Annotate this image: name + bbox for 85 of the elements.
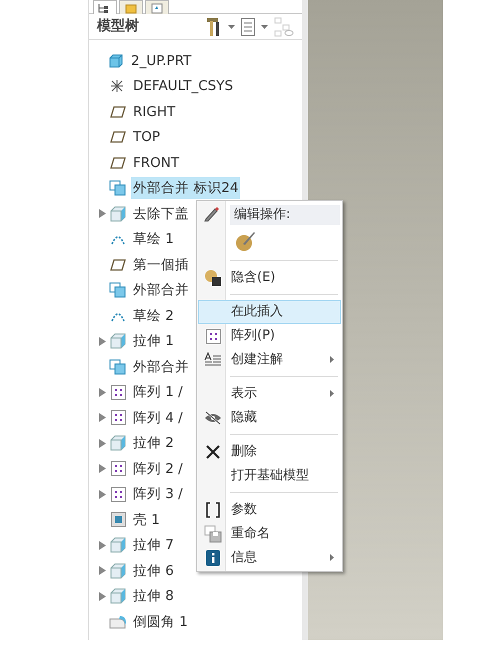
- filter-icon[interactable]: [274, 16, 294, 36]
- tree-item[interactable]: 阵列 3 /: [131, 483, 185, 506]
- cube-icon: [110, 588, 126, 604]
- pattern-icon: [110, 461, 126, 476]
- menu-item[interactable]: 打开基础模型: [198, 464, 341, 488]
- cube-icon: [110, 537, 126, 554]
- expand-arrow-icon[interactable]: [98, 464, 106, 474]
- merge-icon: [109, 358, 127, 375]
- part-icon: [109, 54, 123, 68]
- tree-item[interactable]: RIGHT: [131, 100, 178, 123]
- tree-item[interactable]: 拉伸 7: [131, 534, 176, 556]
- plane-icon: [110, 131, 126, 144]
- menu-item[interactable]: 阵列(P): [198, 324, 341, 348]
- plane-icon: [110, 106, 126, 118]
- round-icon: [109, 614, 127, 630]
- expand-arrow-icon[interactable]: [98, 336, 106, 346]
- tree-item[interactable]: TOP: [131, 126, 162, 148]
- tree-item[interactable]: 2_UP.PRT: [129, 50, 194, 72]
- tree-item[interactable]: 阵列 4 /: [131, 406, 185, 429]
- delete-icon: [206, 445, 220, 459]
- tree-item[interactable]: 阵列 2 /: [131, 458, 185, 480]
- panel-title: 模型树: [97, 17, 139, 36]
- tree-item[interactable]: 阵列 1 /: [131, 381, 185, 404]
- dropdown-arrow-icon[interactable]: [228, 24, 235, 28]
- expand-arrow-icon[interactable]: [98, 540, 106, 550]
- panel-tab[interactable]: [145, 0, 169, 14]
- merge-icon: [109, 180, 127, 196]
- tree-item[interactable]: FRONT: [131, 152, 182, 174]
- hide-icon: [204, 411, 222, 425]
- menu-item[interactable]: 隐藏: [198, 406, 341, 430]
- cube-icon: [110, 333, 126, 350]
- expand-arrow-icon[interactable]: [98, 566, 106, 576]
- suppress-icon: [204, 269, 222, 287]
- pattern-icon: [206, 328, 220, 344]
- expand-arrow-icon[interactable]: [98, 413, 106, 422]
- menu-heading: 编辑操作:: [230, 205, 340, 225]
- tree-item[interactable]: 倒圆角 1: [131, 610, 190, 633]
- cube-icon: [110, 206, 126, 222]
- cube-icon: [110, 562, 126, 579]
- tree-item[interactable]: 草绘 2: [131, 304, 176, 327]
- menu-item[interactable]: 隐含(E): [198, 266, 341, 290]
- plane-icon: [110, 156, 126, 169]
- document-icon: [149, 3, 165, 14]
- tree-item[interactable]: 去除下盖: [131, 202, 191, 225]
- plane-icon: [110, 258, 126, 271]
- tools-icon[interactable]: [206, 16, 222, 36]
- pattern-icon: [110, 384, 126, 400]
- panel-tab[interactable]: [93, 0, 117, 14]
- shell-icon: [110, 512, 126, 528]
- menu-item[interactable]: 创建注解: [198, 348, 341, 372]
- info-icon: [206, 550, 220, 566]
- menu-item[interactable]: 表示: [198, 382, 341, 406]
- expand-arrow-icon[interactable]: [98, 209, 106, 218]
- tree-item[interactable]: 拉伸 6: [131, 560, 176, 582]
- pattern-icon: [110, 410, 126, 426]
- expand-arrow-icon[interactable]: [98, 438, 106, 448]
- tree-item[interactable]: DEFAULT_CSYS: [131, 75, 236, 98]
- menu-item[interactable]: 重命名: [198, 522, 341, 546]
- tree-item[interactable]: 外部合并: [131, 356, 191, 378]
- expand-arrow-icon[interactable]: [98, 388, 106, 397]
- dropdown-arrow-icon[interactable]: [261, 24, 268, 28]
- expand-arrow-icon[interactable]: [98, 592, 106, 601]
- annotation-icon: [204, 352, 222, 368]
- tree-item[interactable]: 第一個插: [131, 254, 191, 276]
- menu-item[interactable]: 在此插入: [198, 300, 341, 324]
- expand-arrow-icon[interactable]: [98, 490, 106, 499]
- tree-item[interactable]: 壳 1: [131, 508, 162, 531]
- merge-icon: [109, 282, 127, 298]
- pattern-icon: [110, 486, 126, 502]
- tree-item[interactable]: 外部合并: [131, 279, 191, 302]
- tree-item[interactable]: 拉伸 8: [131, 585, 176, 608]
- menu-item[interactable]: 参数: [198, 498, 341, 522]
- tree-item[interactable]: 草绘 1: [131, 228, 176, 250]
- menu-item[interactable]: 删除: [198, 440, 341, 464]
- tree-item[interactable]: 拉伸 1: [131, 330, 176, 352]
- rename-icon: [204, 525, 222, 543]
- pencil-icon: [203, 206, 219, 222]
- tree-item[interactable]: 拉伸 2: [131, 432, 176, 454]
- list-icon[interactable]: [241, 18, 255, 36]
- brush-icon[interactable]: [235, 230, 257, 252]
- brackets-icon: [206, 502, 220, 518]
- menu-item[interactable]: 信息: [198, 546, 341, 570]
- cube-icon: [110, 435, 126, 452]
- tree-item[interactable]: 外部合并 标识24: [131, 177, 240, 200]
- folder-icon: [123, 3, 139, 14]
